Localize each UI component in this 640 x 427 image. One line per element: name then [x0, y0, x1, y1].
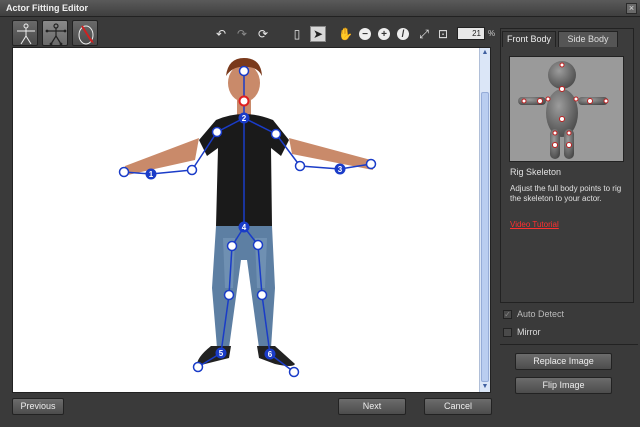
skeleton-joint[interactable]	[226, 240, 238, 252]
auto-detect-label: Auto Detect	[517, 309, 565, 319]
flip-image-button[interactable]: Flip Image	[515, 377, 612, 394]
skeleton-joint[interactable]	[256, 289, 268, 301]
scroll-up-icon[interactable]: ▲	[481, 49, 489, 57]
skeleton-joint[interactable]	[238, 65, 250, 77]
skeleton-joint[interactable]	[252, 239, 264, 251]
rig-preview	[509, 56, 624, 162]
mirror-label: Mirror	[517, 327, 541, 337]
panel-heading: Rig Skeleton	[510, 167, 562, 177]
mannequin-image	[518, 61, 609, 159]
cursor-icon[interactable]: ➤	[310, 26, 326, 42]
skeleton-joint-number: 6	[268, 350, 273, 359]
tab-front-body[interactable]: Front Body	[502, 31, 556, 47]
previous-button[interactable]: Previous	[12, 398, 64, 415]
skeleton-joint[interactable]	[118, 166, 130, 178]
fitting-canvas[interactable]: 1 2 3 4 5 6 ▲ ▼	[12, 47, 491, 393]
window-title: Actor Fitting Editor	[6, 3, 88, 13]
slash-icon[interactable]: /	[397, 28, 409, 40]
minus-icon[interactable]: −	[359, 28, 371, 40]
toolbar: ↶ ↷ ⟳ ▯ ➤ ✋ − + / ⤢ ⊡ 21 %	[6, 18, 496, 48]
skeleton-joint-number: 5	[219, 349, 224, 358]
skeleton-bone	[299, 165, 341, 170]
refresh-icon[interactable]: ⟳	[256, 27, 270, 41]
title-bar: Actor Fitting Editor ×	[0, 0, 640, 17]
close-icon[interactable]: ×	[626, 3, 637, 14]
skeleton-joint[interactable]	[365, 158, 377, 170]
panel-description: Adjust the full body points to rig the s…	[510, 184, 622, 203]
fit-icon[interactable]: ⤢	[417, 27, 431, 41]
skeleton-joint-number: 2	[242, 114, 247, 123]
zoom-unit: %	[488, 29, 496, 38]
skeleton-joint-number: 4	[242, 223, 247, 232]
checkbox-icon[interactable]	[503, 328, 512, 337]
actor-stage: 1 2 3 4 5 6	[118, 58, 377, 378]
panel-icon[interactable]: ▯	[290, 27, 304, 41]
skeleton-joint-number: 3	[338, 165, 343, 174]
checkbox-checked-icon[interactable]: ✓	[503, 310, 512, 319]
hand-icon[interactable]: ✋	[338, 27, 353, 41]
skeleton-joint[interactable]	[192, 361, 204, 373]
tab-side-body[interactable]: Side Body	[558, 31, 618, 47]
skeleton-joint[interactable]	[186, 164, 198, 176]
plus-icon[interactable]: +	[378, 28, 390, 40]
stick-figure-icon	[17, 23, 35, 45]
skeleton-joint-number: 1	[149, 170, 154, 179]
scrollbar-thumb[interactable]	[481, 92, 489, 382]
zoom-window-icon[interactable]: ⊡	[436, 27, 450, 41]
brush-figure-icon	[78, 25, 94, 45]
vertical-scrollbar[interactable]: ▲ ▼	[479, 48, 490, 392]
skeleton-joint[interactable]	[270, 128, 282, 140]
undo-icon[interactable]: ↶	[214, 27, 228, 41]
scroll-down-icon[interactable]: ▼	[481, 383, 489, 391]
skeleton-joint[interactable]	[223, 289, 235, 301]
skeleton-joint[interactable]	[294, 160, 306, 172]
video-tutorial-link[interactable]: Video Tutorial	[510, 220, 559, 229]
skeleton-joint-selected[interactable]	[238, 95, 250, 107]
body-mode-button[interactable]	[12, 20, 38, 46]
brush-mode-button[interactable]	[72, 20, 98, 46]
skeleton-joint[interactable]	[211, 126, 223, 138]
next-button[interactable]: Next	[338, 398, 406, 415]
redo-icon[interactable]: ↷	[235, 27, 249, 41]
skeleton-joint[interactable]	[288, 366, 300, 378]
divider	[500, 344, 638, 345]
zoom-input[interactable]: 21	[457, 27, 485, 40]
cancel-button[interactable]: Cancel	[424, 398, 492, 415]
skeleton-figure-icon	[45, 23, 67, 46]
replace-image-button[interactable]: Replace Image	[515, 353, 612, 370]
skeleton-mode-button[interactable]	[42, 20, 68, 46]
skeleton-bone	[150, 169, 193, 175]
